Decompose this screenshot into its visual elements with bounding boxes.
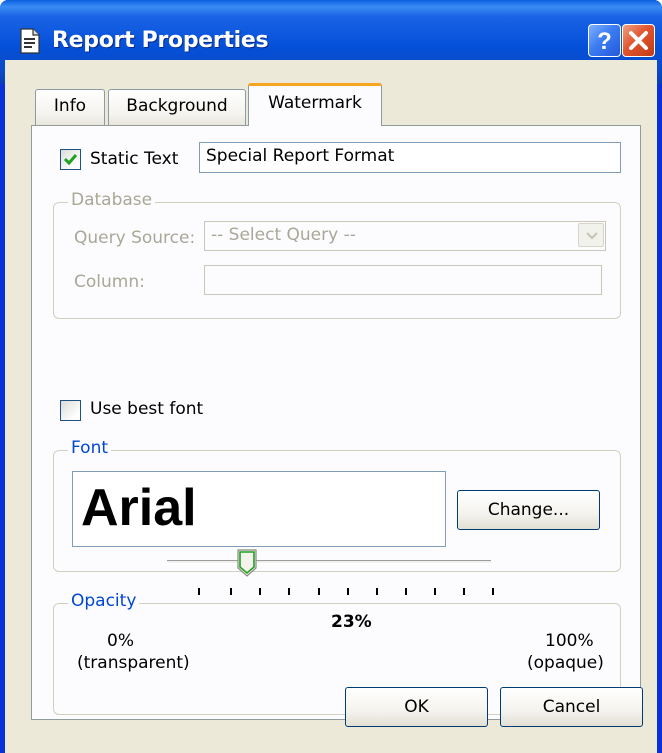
opacity-max-label: 100% [545, 631, 594, 651]
slider-tick [434, 588, 436, 595]
tab-watermark[interactable]: Watermark [248, 83, 382, 126]
font-preview: Arial [72, 471, 446, 547]
slider-tick [198, 588, 200, 595]
document-icon [20, 28, 40, 54]
use-best-font-label: Use best font [90, 399, 204, 419]
help-button[interactable]: ? [588, 24, 621, 57]
close-button[interactable] [622, 24, 655, 57]
slider-tick [376, 588, 378, 595]
change-font-button[interactable]: Change... [457, 490, 600, 530]
cancel-button[interactable]: Cancel [500, 687, 643, 727]
window-title: Report Properties [52, 28, 269, 53]
static-text-label: Static Text [90, 149, 179, 169]
dialog-body: Info Background Static Text Special Repo… [5, 60, 657, 753]
dropdown-button[interactable] [578, 223, 604, 247]
slider-tick [347, 588, 349, 595]
opacity-group-title: Opacity [68, 591, 140, 611]
tab-watermark-label: Watermark [268, 93, 362, 113]
use-best-font-checkbox[interactable] [60, 400, 81, 421]
slider-tick [288, 588, 290, 595]
slider-tick [259, 588, 261, 595]
dialog-window: Report Properties ? Info Background Stat… [0, 0, 662, 753]
chevron-down-icon [586, 232, 598, 240]
ok-button[interactable]: OK [345, 687, 488, 727]
tab-background-label: Background [126, 96, 228, 116]
database-group [53, 202, 621, 319]
query-source-select[interactable]: -- Select Query -- [204, 221, 606, 251]
font-group-title: Font [68, 438, 112, 458]
tab-info[interactable]: Info [35, 89, 105, 125]
slider-tick [492, 588, 494, 595]
tab-background[interactable]: Background [108, 89, 246, 125]
opacity-value-label: 23% [331, 612, 372, 632]
slider-tick [463, 588, 465, 595]
static-text-checkbox[interactable] [60, 149, 81, 170]
column-label: Column: [74, 272, 145, 292]
slider-tick [405, 588, 407, 595]
static-text-input[interactable]: Special Report Format [199, 142, 621, 173]
opacity-slider-track[interactable] [167, 560, 491, 564]
opacity-min-label: 0% [107, 631, 134, 651]
query-source-label: Query Source: [74, 228, 196, 248]
database-group-title: Database [68, 190, 156, 210]
opacity-max-sublabel: (opaque) [527, 653, 604, 673]
checkmark-icon [63, 154, 78, 166]
close-icon [629, 31, 648, 50]
opacity-min-sublabel: (transparent) [77, 653, 190, 673]
help-icon: ? [597, 28, 612, 55]
column-input[interactable] [204, 265, 602, 295]
opacity-slider-thumb[interactable] [237, 549, 257, 577]
query-source-value: -- Select Query -- [211, 225, 356, 245]
slider-tick [318, 588, 320, 595]
svg-text:?: ? [597, 28, 612, 55]
tab-info-label: Info [53, 96, 87, 116]
slider-tick [230, 588, 232, 595]
